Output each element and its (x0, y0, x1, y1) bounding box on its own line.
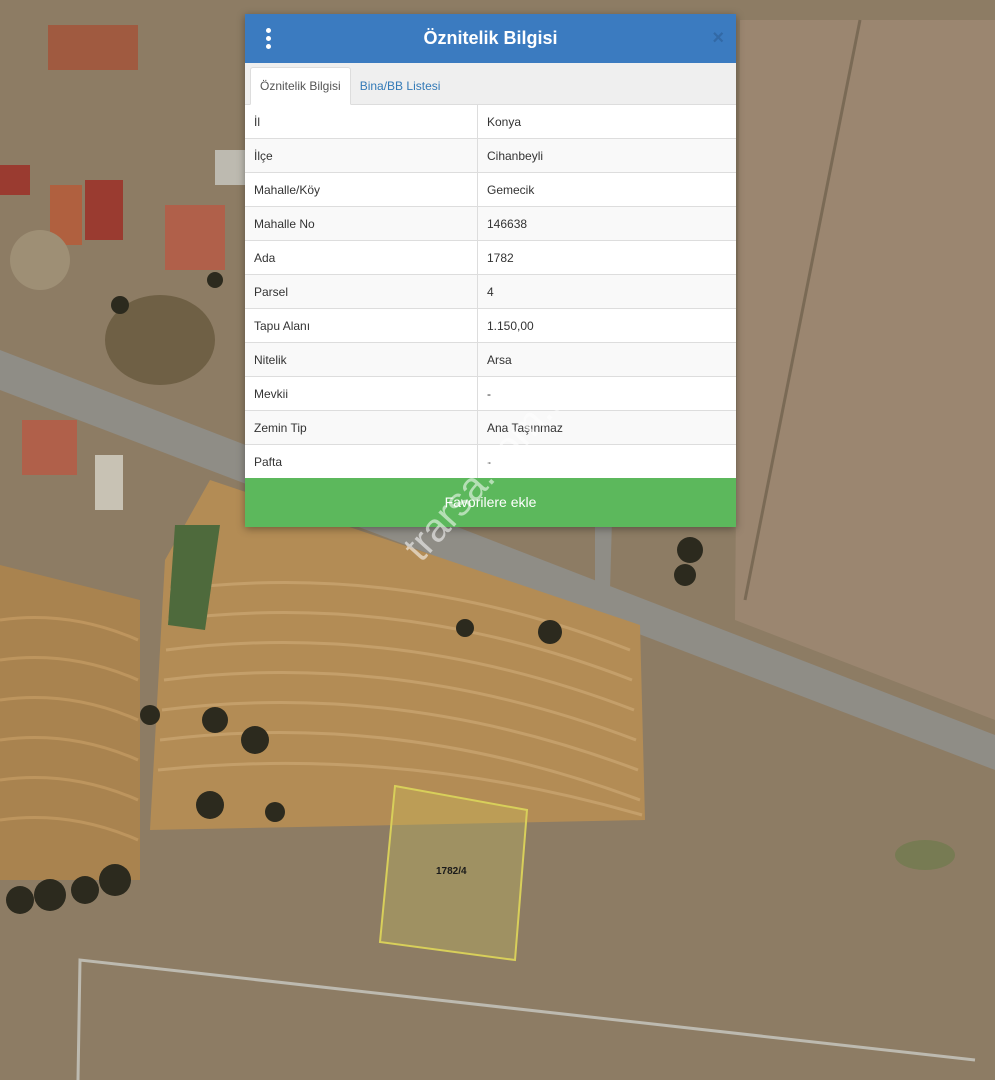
row-key: İlçe (245, 138, 478, 173)
attribute-info-panel: Öznitelik Bilgisi × Öznitelik Bilgisi Bi… (245, 14, 736, 527)
row-key: Ada (245, 240, 478, 275)
table-row: Zemin Tip Ana Taşınmaz (245, 410, 736, 445)
row-key: Mevkii (245, 376, 478, 411)
table-row: Mahalle/Köy Gemecik (245, 172, 736, 207)
row-key: Mahalle No (245, 206, 478, 241)
panel-title: Öznitelik Bilgisi (423, 28, 558, 48)
table-row: İlçe Cihanbeyli (245, 138, 736, 173)
tab-building-list[interactable]: Bina/BB Listesi (351, 68, 450, 104)
add-to-favorites-button[interactable]: Favorilere ekle (245, 478, 736, 527)
table-row: Tapu Alanı 1.150,00 (245, 308, 736, 343)
row-value: Cihanbeyli (477, 138, 736, 173)
row-value: 146638 (477, 206, 736, 241)
vertical-dots-icon[interactable] (245, 14, 291, 63)
table-row: Ada 1782 (245, 240, 736, 275)
row-value: Ana Taşınmaz (477, 410, 736, 445)
row-value: 1782 (477, 240, 736, 275)
row-value: Konya (487, 114, 522, 129)
table-row: Parsel 4 (245, 274, 736, 309)
row-key: Zemin Tip (245, 410, 478, 445)
row-key: İl (245, 105, 478, 139)
row-key: Tapu Alanı (245, 308, 478, 343)
row-key: Nitelik (245, 342, 478, 377)
row-key: Mahalle/Köy (245, 172, 478, 207)
row-value: 4 (477, 274, 736, 309)
row-key: Pafta (245, 444, 478, 478)
row-value: - (477, 444, 736, 478)
table-row: Mevkii - (245, 376, 736, 411)
panel-tabs: Öznitelik Bilgisi Bina/BB Listesi (245, 63, 736, 105)
parcel-label: 1782/4 (436, 866, 467, 877)
row-value: Arsa (477, 342, 736, 377)
row-value: 1.150,00 (477, 308, 736, 343)
table-row: İl Konya (245, 105, 736, 139)
table-row: Nitelik Arsa (245, 342, 736, 377)
tab-attribute-info[interactable]: Öznitelik Bilgisi (250, 67, 351, 105)
row-value: Gemecik (477, 172, 736, 207)
close-icon[interactable]: × (712, 14, 724, 63)
table-row: Mahalle No 146638 (245, 206, 736, 241)
row-value: - (477, 376, 736, 411)
row-key: Parsel (245, 274, 478, 309)
table-row: Pafta - (245, 444, 736, 478)
panel-header: Öznitelik Bilgisi × (245, 14, 736, 63)
attribute-table: İl Konya İlçe Cihanbeyli Mahalle/Köy Gem… (245, 105, 736, 478)
